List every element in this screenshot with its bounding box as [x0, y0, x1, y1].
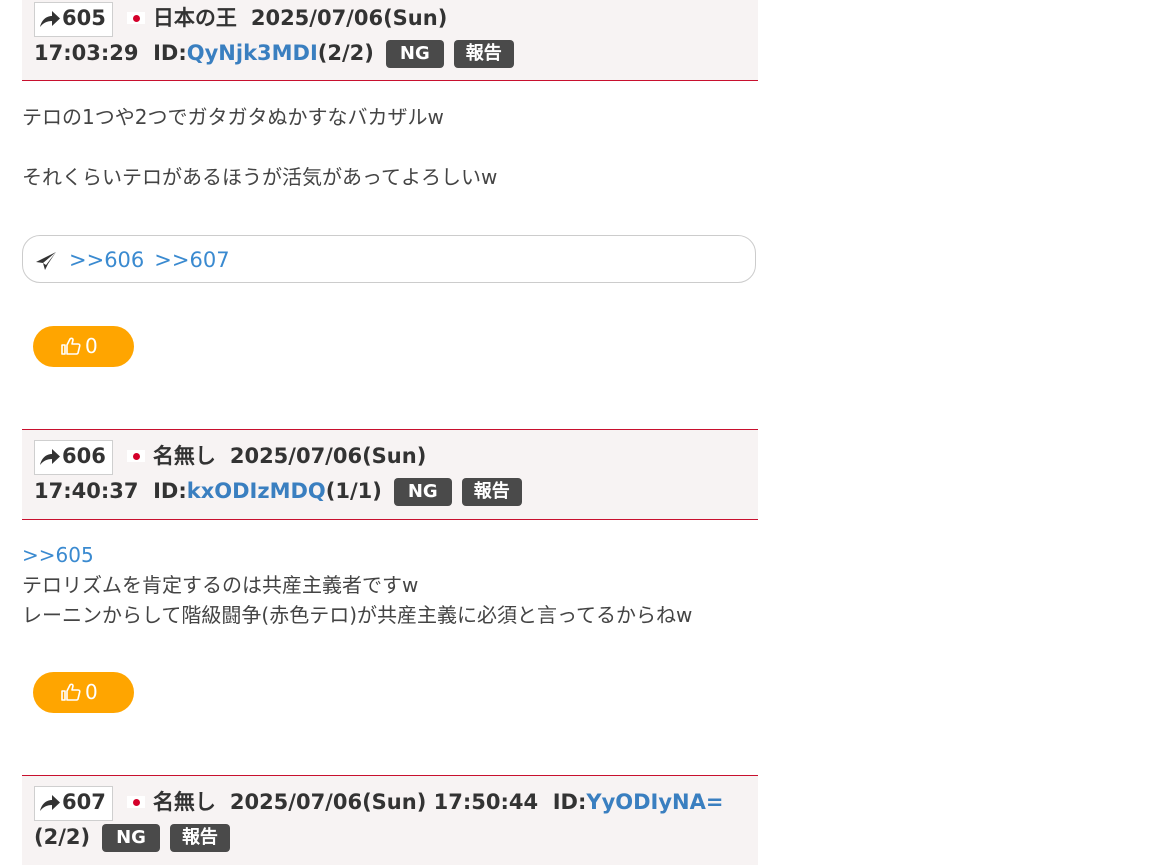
- poster-name: 名無し: [152, 790, 216, 814]
- japan-flag-icon: [126, 12, 145, 24]
- poster-id-link[interactable]: YyODIyNA=: [586, 790, 723, 814]
- post-date: 2025/07/06(Sun): [250, 6, 448, 30]
- anchor-link-605[interactable]: >>605: [22, 540, 692, 570]
- post-time: 17:03:29: [34, 41, 139, 65]
- id-label: ID:: [552, 790, 587, 814]
- id-count: (2/2): [34, 825, 91, 849]
- ng-button[interactable]: NG: [385, 40, 444, 68]
- body-line: テロの1つや2つでガタガタぬかすなバカザルw: [22, 105, 444, 129]
- reply-link-606[interactable]: >>606: [69, 248, 144, 272]
- post-date: 2025/07/06(Sun): [229, 444, 427, 468]
- ng-button[interactable]: NG: [102, 824, 160, 852]
- post-number-box[interactable]: 606: [34, 440, 113, 475]
- poster-name: 名無し: [152, 444, 216, 468]
- replies-box: >>606 >>607: [22, 235, 756, 283]
- post-datetime: 2025/07/06(Sun) 17:50:44: [229, 790, 539, 814]
- like-count: 0: [85, 334, 98, 358]
- post-header-606: 606 名無し 2025/07/06(Sun) 17:40:37 ID:kxODIz…: [22, 429, 758, 520]
- post-header-605: 605 日本の王 2025/07/06(Sun) 17:03:29 ID:QyNjk…: [22, 0, 758, 81]
- share-arrow-icon: [39, 444, 61, 474]
- like-button[interactable]: 0: [33, 672, 134, 713]
- body-line: レーニンからして階級闘争(赤色テロ)が共産主義に必須と言ってるからねw: [22, 603, 693, 627]
- thumbs-up-icon: [61, 328, 81, 369]
- body-line: それくらいテロがあるほうが活気があってよろしいw: [22, 165, 498, 189]
- body-line: テロリズムを肯定するのは共産主義者ですw: [22, 573, 419, 597]
- like-count: 0: [85, 680, 98, 704]
- thumbs-up-icon: [61, 674, 81, 715]
- post-number-box[interactable]: 607: [34, 786, 113, 821]
- post-number: 605: [62, 6, 106, 30]
- share-arrow-icon: [39, 6, 61, 36]
- japan-flag-icon: [126, 796, 145, 808]
- report-button[interactable]: 報告: [453, 40, 514, 68]
- body-line-blank: [22, 132, 497, 162]
- share-arrow-icon: [39, 790, 61, 820]
- post-number-box[interactable]: 605: [34, 2, 113, 37]
- post-header-607: 607 名無し 2025/07/06(Sun) 17:50:44 ID:YyODIy…: [22, 775, 758, 865]
- poster-name: 日本の王: [152, 6, 237, 30]
- id-label: ID:: [153, 41, 187, 65]
- paper-plane-icon: [35, 240, 57, 288]
- post-body-606: >>605 テロリズムを肯定するのは共産主義者ですw レーニンからして階級闘争(…: [22, 540, 692, 630]
- post-time: 17:40:37: [34, 479, 139, 503]
- report-button[interactable]: 報告: [461, 478, 522, 506]
- post-body-605: テロの1つや2つでガタガタぬかすなバカザルw それくらいテロがあるほうが活気があ…: [22, 102, 497, 192]
- ng-button[interactable]: NG: [393, 478, 452, 506]
- reply-link-607[interactable]: >>607: [154, 248, 229, 272]
- post-number: 607: [62, 790, 106, 814]
- post-number: 606: [62, 444, 106, 468]
- japan-flag-icon: [126, 450, 145, 462]
- id-label: ID:: [153, 479, 187, 503]
- report-button[interactable]: 報告: [169, 824, 230, 852]
- id-count: (2/2): [317, 41, 374, 65]
- poster-id-link[interactable]: QyNjk3MDI: [187, 41, 318, 65]
- like-button[interactable]: 0: [33, 326, 134, 367]
- id-count: (1/1): [325, 479, 382, 503]
- poster-id-link[interactable]: kxODIzMDQ: [187, 479, 326, 503]
